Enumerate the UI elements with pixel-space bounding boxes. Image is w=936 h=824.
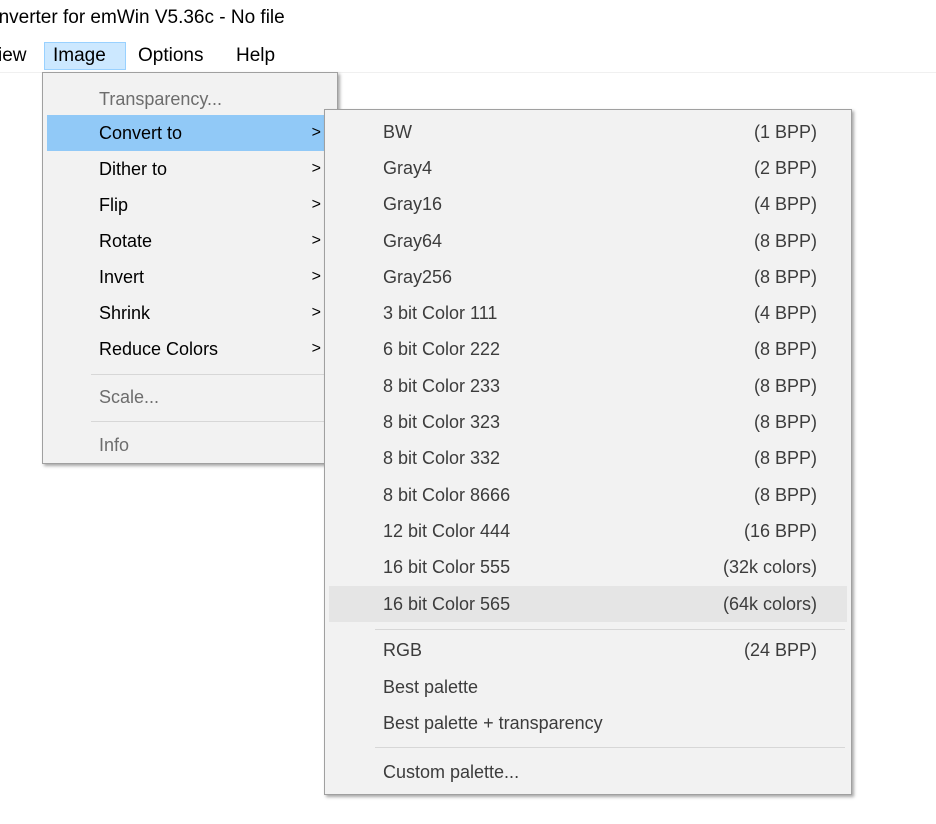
image-menu: Transparency... Convert to > Dither to >… [42, 72, 338, 464]
menu-view[interactable]: iew [0, 42, 40, 70]
menu-item-dither-to[interactable]: Dither to > [47, 151, 333, 187]
menu-item-8bit-color-233[interactable]: 8 bit Color 233 (8 BPP) [329, 368, 847, 404]
menu-item-reduce-colors[interactable]: Reduce Colors > [47, 331, 333, 367]
chevron-right-icon: > [311, 304, 321, 321]
menu-item-bw[interactable]: BW (1 BPP) [329, 114, 847, 150]
menu-item-8bit-color-8666[interactable]: 8 bit Color 8666 (8 BPP) [329, 477, 847, 513]
menu-item-info[interactable]: Info [47, 427, 333, 463]
chevron-right-icon: > [311, 196, 321, 213]
chevron-right-icon: > [311, 268, 321, 285]
menu-separator [91, 421, 331, 422]
chevron-right-icon: > [311, 124, 321, 141]
menu-item-6bit-color-222[interactable]: 6 bit Color 222 (8 BPP) [329, 331, 847, 367]
menu-item-shrink[interactable]: Shrink > [47, 295, 333, 331]
menu-item-custom-palette[interactable]: Custom palette... [329, 754, 847, 790]
menu-item-16bit-color-565[interactable]: 16 bit Color 565 (64k colors) [329, 586, 847, 622]
menu-item-convert-to[interactable]: Convert to > [47, 115, 333, 151]
menu-item-best-palette[interactable]: Best palette [329, 669, 847, 705]
chevron-right-icon: > [311, 160, 321, 177]
menu-item-scale[interactable]: Scale... [47, 379, 333, 415]
convert-to-submenu: BW (1 BPP) Gray4 (2 BPP) Gray16 (4 BPP) … [324, 109, 852, 795]
chevron-right-icon: > [311, 232, 321, 249]
menu-item-rgb[interactable]: RGB (24 BPP) [329, 632, 847, 668]
menu-item-gray64[interactable]: Gray64 (8 BPP) [329, 223, 847, 259]
menu-item-3bit-color-111[interactable]: 3 bit Color 111 (4 BPP) [329, 295, 847, 331]
menu-separator [375, 747, 845, 748]
menu-item-rotate[interactable]: Rotate > [47, 223, 333, 259]
menu-item-transparency[interactable]: Transparency... [47, 81, 333, 117]
menu-help[interactable]: Help [228, 42, 290, 70]
menu-image[interactable]: Image [44, 42, 126, 70]
menu-bar: iew Image Options Help [0, 40, 936, 73]
menu-item-8bit-color-323[interactable]: 8 bit Color 323 (8 BPP) [329, 404, 847, 440]
menu-item-16bit-color-555[interactable]: 16 bit Color 555 (32k colors) [329, 549, 847, 585]
window-title-bar: onverter for emWin V5.36c - No file [0, 0, 936, 36]
chevron-right-icon: > [311, 340, 321, 357]
menu-item-gray16[interactable]: Gray16 (4 BPP) [329, 186, 847, 222]
menu-options[interactable]: Options [130, 42, 222, 70]
menu-separator [91, 374, 331, 375]
menu-separator [375, 629, 845, 630]
menu-item-best-palette-transparency[interactable]: Best palette + transparency [329, 705, 847, 741]
menu-item-invert[interactable]: Invert > [47, 259, 333, 295]
menu-item-gray4[interactable]: Gray4 (2 BPP) [329, 150, 847, 186]
menu-item-12bit-color-444[interactable]: 12 bit Color 444 (16 BPP) [329, 513, 847, 549]
menu-item-8bit-color-332[interactable]: 8 bit Color 332 (8 BPP) [329, 440, 847, 476]
menu-item-gray256[interactable]: Gray256 (8 BPP) [329, 259, 847, 295]
menu-item-flip[interactable]: Flip > [47, 187, 333, 223]
window-title: onverter for emWin V5.36c - No file [0, 7, 285, 28]
